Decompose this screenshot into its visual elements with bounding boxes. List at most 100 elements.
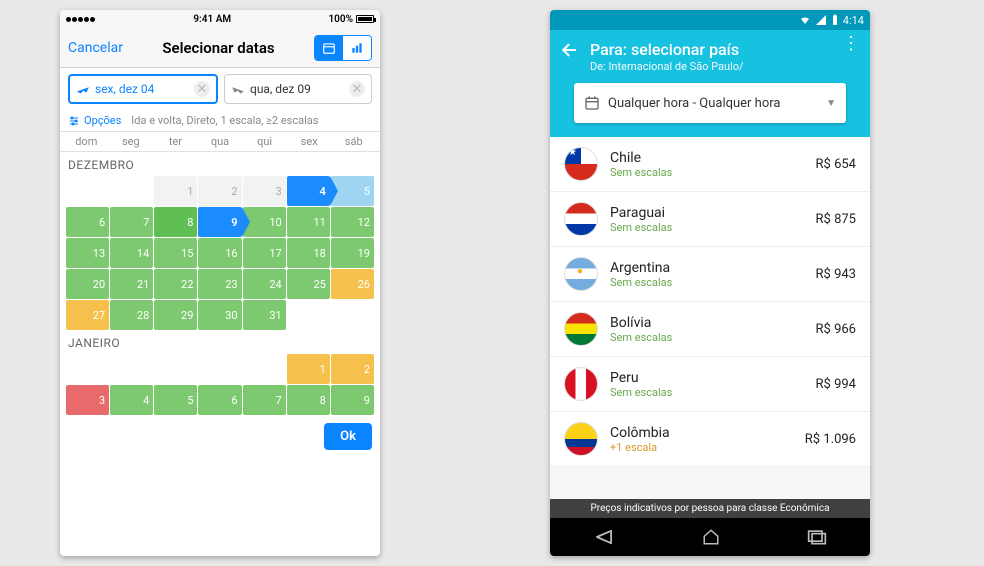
calendar-day[interactable]: 7 bbox=[110, 207, 153, 237]
ok-button[interactable]: Ok bbox=[324, 423, 372, 450]
calendar-day[interactable]: 9 bbox=[198, 207, 241, 237]
bar-chart-icon bbox=[350, 41, 364, 55]
calendar-day[interactable]: 4 bbox=[110, 385, 153, 415]
clear-depart-icon[interactable]: ✕ bbox=[194, 81, 210, 97]
calendar-scroll[interactable]: Dezembro 1234567891011121314151617181920… bbox=[60, 152, 380, 415]
stops-label: Sem escalas bbox=[610, 276, 804, 289]
calendar-day[interactable]: 4 bbox=[287, 176, 330, 206]
calendar-day[interactable]: 13 bbox=[66, 238, 109, 268]
calendar-cell-empty bbox=[110, 176, 153, 206]
flag-icon bbox=[564, 147, 598, 181]
price-label: R$ 875 bbox=[816, 212, 856, 227]
options-row: Opções Ida e volta, Direto, 1 escala, ≥2… bbox=[60, 110, 380, 132]
country-row[interactable]: ChileSem escalasR$ 654 bbox=[550, 137, 870, 192]
return-date-value: qua, dez 09 bbox=[250, 82, 311, 96]
calendar-day[interactable]: 17 bbox=[243, 238, 286, 268]
calendar-day[interactable]: 3 bbox=[66, 385, 109, 415]
weekday-label: qui bbox=[242, 135, 287, 148]
calendar-day[interactable]: 1 bbox=[287, 354, 330, 384]
android-status-bar: 4:14 bbox=[550, 10, 870, 30]
nav-recent-button[interactable] bbox=[807, 529, 827, 545]
cancel-button[interactable]: Cancelar bbox=[68, 40, 123, 56]
calendar-day[interactable]: 9 bbox=[331, 385, 374, 415]
country-name: Bolívia bbox=[610, 315, 804, 331]
nav-recent-icon bbox=[807, 529, 827, 545]
calendar-day[interactable]: 1 bbox=[154, 176, 197, 206]
calendar-day[interactable]: 6 bbox=[198, 385, 241, 415]
signal-dots-icon bbox=[66, 14, 96, 25]
clear-return-icon[interactable]: ✕ bbox=[349, 81, 365, 97]
calendar-icon bbox=[322, 41, 336, 55]
arrow-left-icon bbox=[560, 40, 580, 60]
calendar-cell-empty bbox=[66, 354, 109, 384]
options-description: Ida e volta, Direto, 1 escala, ≥2 escala… bbox=[131, 114, 318, 127]
ios-header: Cancelar Selecionar datas bbox=[60, 28, 380, 68]
calendar-day[interactable]: 25 bbox=[287, 269, 330, 299]
page-subtitle: De: Internacional de São Paulo/ bbox=[562, 59, 858, 73]
calendar-day[interactable]: 5 bbox=[154, 385, 197, 415]
chart-view-toggle[interactable] bbox=[343, 36, 371, 60]
battery-label: 100% bbox=[328, 14, 353, 25]
nav-home-button[interactable] bbox=[702, 528, 720, 546]
calendar-day[interactable]: 8 bbox=[154, 207, 197, 237]
calendar-day[interactable]: 23 bbox=[198, 269, 241, 299]
battery-icon bbox=[831, 14, 839, 26]
android-phone: 4:14 ⋮ Para: selecionar país De: Interna… bbox=[550, 10, 870, 556]
calendar-cell-empty bbox=[110, 354, 153, 384]
calendar-day[interactable]: 2 bbox=[331, 354, 374, 384]
calendar-day[interactable]: 27 bbox=[66, 300, 109, 330]
calendar-day[interactable]: 2 bbox=[198, 176, 241, 206]
country-row[interactable]: ParaguaiSem escalasR$ 875 bbox=[550, 192, 870, 247]
calendar-day[interactable]: 16 bbox=[198, 238, 241, 268]
price-label: R$ 943 bbox=[816, 267, 856, 282]
back-button[interactable] bbox=[560, 40, 580, 60]
options-label: Opções bbox=[84, 114, 121, 127]
calendar-day[interactable]: 26 bbox=[331, 269, 374, 299]
calendar-day[interactable]: 28 bbox=[110, 300, 153, 330]
plane-depart-icon bbox=[76, 82, 90, 96]
calendar-day[interactable]: 20 bbox=[66, 269, 109, 299]
country-list[interactable]: ChileSem escalasR$ 654ParaguaiSem escala… bbox=[550, 137, 870, 499]
country-row[interactable]: BolíviaSem escalas R$ 966 bbox=[550, 302, 870, 357]
depart-date-value: sex, dez 04 bbox=[95, 82, 154, 96]
month-label-dec: Dezembro bbox=[66, 152, 374, 176]
country-row[interactable]: Colômbia+1 escalaR$ 1.096 bbox=[550, 412, 870, 467]
calendar-day[interactable]: 6 bbox=[66, 207, 109, 237]
calendar-day[interactable]: 11 bbox=[287, 207, 330, 237]
calendar-day[interactable]: 18 bbox=[287, 238, 330, 268]
calendar-day[interactable]: 19 bbox=[331, 238, 374, 268]
stops-label: Sem escalas bbox=[610, 166, 804, 179]
calendar-day[interactable]: 15 bbox=[154, 238, 197, 268]
country-row[interactable]: ArgentinaSem escalas R$ 943 bbox=[550, 247, 870, 302]
page-title: Selecionar datas bbox=[162, 39, 274, 57]
calendar-day[interactable]: 3 bbox=[243, 176, 286, 206]
calendar-day[interactable]: 24 bbox=[243, 269, 286, 299]
time-selector[interactable]: Qualquer hora - Qualquer hora ▼ bbox=[574, 83, 846, 123]
calendar-day[interactable]: 29 bbox=[154, 300, 197, 330]
calendar-day[interactable]: 22 bbox=[154, 269, 197, 299]
calendar-day[interactable]: 14 bbox=[110, 238, 153, 268]
calendar-day[interactable]: 21 bbox=[110, 269, 153, 299]
flag-icon bbox=[564, 422, 598, 456]
country-row[interactable]: PeruSem escalasR$ 994 bbox=[550, 357, 870, 412]
country-info: Colômbia+1 escala bbox=[610, 425, 793, 454]
calendar-day[interactable]: 30 bbox=[198, 300, 241, 330]
calendar-day[interactable]: 31 bbox=[243, 300, 286, 330]
overflow-menu-button[interactable]: ⋮ bbox=[842, 42, 860, 46]
calendar-day[interactable]: 7 bbox=[243, 385, 286, 415]
price-label: R$ 994 bbox=[816, 377, 856, 392]
calendar-cell-empty bbox=[198, 354, 241, 384]
depart-date-field[interactable]: sex, dez 04 ✕ bbox=[68, 74, 218, 104]
status-time: 4:14 bbox=[843, 14, 864, 27]
calendar-view-toggle[interactable] bbox=[315, 36, 343, 60]
signal-icon bbox=[815, 14, 827, 26]
calendar-day[interactable]: 8 bbox=[287, 385, 330, 415]
calendar-day[interactable]: 12 bbox=[331, 207, 374, 237]
stops-label: Sem escalas bbox=[610, 331, 804, 344]
return-date-field[interactable]: qua, dez 09 ✕ bbox=[224, 74, 372, 104]
nav-back-button[interactable] bbox=[593, 529, 615, 545]
country-name: Argentina bbox=[610, 260, 804, 276]
options-button[interactable]: Opções bbox=[68, 114, 121, 127]
calendar-cell-empty bbox=[243, 354, 286, 384]
price-label: R$ 966 bbox=[816, 322, 856, 337]
